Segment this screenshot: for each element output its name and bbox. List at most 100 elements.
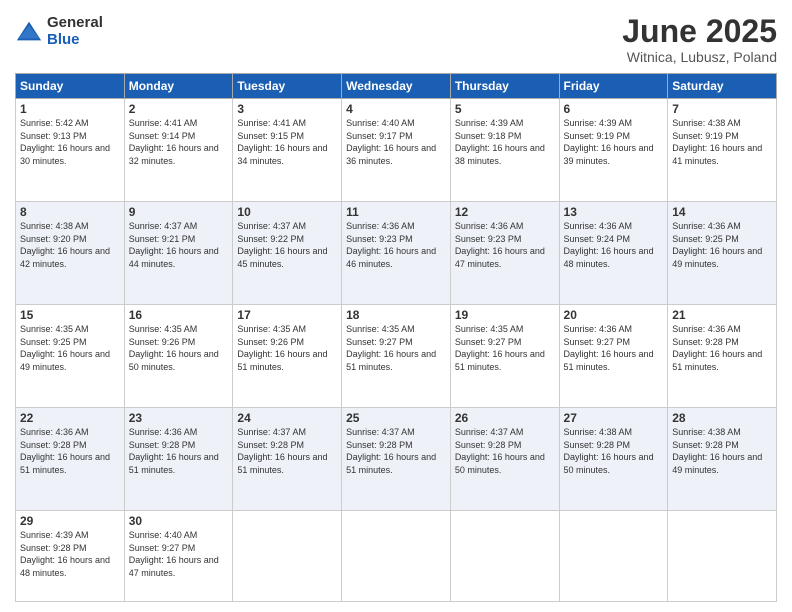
day-info: Sunrise: 4:35 AMSunset: 9:26 PMDaylight:… xyxy=(237,323,337,373)
day-number: 1 xyxy=(20,102,120,116)
day-cell: 12Sunrise: 4:36 AMSunset: 9:23 PMDayligh… xyxy=(450,202,559,305)
day-number: 26 xyxy=(455,411,555,425)
header-sunday: Sunday xyxy=(16,74,125,99)
day-number: 9 xyxy=(129,205,229,219)
day-info: Sunrise: 4:36 AMSunset: 9:28 PMDaylight:… xyxy=(129,426,229,476)
month-title: June 2025 xyxy=(622,15,777,47)
day-number: 24 xyxy=(237,411,337,425)
day-info: Sunrise: 4:37 AMSunset: 9:28 PMDaylight:… xyxy=(237,426,337,476)
day-info: Sunrise: 4:35 AMSunset: 9:25 PMDaylight:… xyxy=(20,323,120,373)
day-number: 30 xyxy=(129,514,229,528)
day-info: Sunrise: 4:41 AMSunset: 9:14 PMDaylight:… xyxy=(129,117,229,167)
week-row-4: 22 Sunrise: 4:36 AMSunset: 9:28 PMDayligh… xyxy=(16,408,777,511)
day-number: 21 xyxy=(672,308,772,322)
day-info: Sunrise: 4:39 AMSunset: 9:28 PMDaylight:… xyxy=(20,529,120,579)
day-cell: 10Sunrise: 4:37 AMSunset: 9:22 PMDayligh… xyxy=(233,202,342,305)
day-cell: 18Sunrise: 4:35 AMSunset: 9:27 PMDayligh… xyxy=(342,305,451,408)
day-cell: 9Sunrise: 4:37 AMSunset: 9:21 PMDaylight… xyxy=(124,202,233,305)
day-info: Sunrise: 5:42 AMSunset: 9:13 PMDaylight:… xyxy=(20,117,120,167)
logo-blue-text: Blue xyxy=(47,32,103,49)
day-number: 8 xyxy=(20,205,120,219)
day-info: Sunrise: 4:38 AMSunset: 9:19 PMDaylight:… xyxy=(672,117,772,167)
day-number: 10 xyxy=(237,205,337,219)
day-cell: 8Sunrise: 4:38 AMSunset: 9:20 PMDaylight… xyxy=(16,202,125,305)
day-cell xyxy=(668,511,777,602)
day-number: 13 xyxy=(564,205,664,219)
header-thursday: Thursday xyxy=(450,74,559,99)
day-cell: 20Sunrise: 4:36 AMSunset: 9:27 PMDayligh… xyxy=(559,305,668,408)
day-number: 29 xyxy=(20,514,120,528)
day-cell: 26Sunrise: 4:37 AMSunset: 9:28 PMDayligh… xyxy=(450,408,559,511)
day-number: 7 xyxy=(672,102,772,116)
header: General Blue June 2025 Witnica, Lubusz, … xyxy=(15,15,777,65)
week-row-5: 29Sunrise: 4:39 AMSunset: 9:28 PMDayligh… xyxy=(16,511,777,602)
day-cell xyxy=(233,511,342,602)
day-info: Sunrise: 4:38 AMSunset: 9:20 PMDaylight:… xyxy=(20,220,120,270)
weekday-header-row: Sunday Monday Tuesday Wednesday Thursday… xyxy=(16,74,777,99)
day-number: 6 xyxy=(564,102,664,116)
week-row-1: 1Sunrise: 5:42 AMSunset: 9:13 PMDaylight… xyxy=(16,99,777,202)
header-friday: Friday xyxy=(559,74,668,99)
day-info: Sunrise: 4:36 AMSunset: 9:23 PMDaylight:… xyxy=(346,220,446,270)
day-info: Sunrise: 4:40 AMSunset: 9:17 PMDaylight:… xyxy=(346,117,446,167)
day-info: Sunrise: 4:36 AMSunset: 9:24 PMDaylight:… xyxy=(564,220,664,270)
day-info: Sunrise: 4:36 AMSunset: 9:25 PMDaylight:… xyxy=(672,220,772,270)
day-cell: 17Sunrise: 4:35 AMSunset: 9:26 PMDayligh… xyxy=(233,305,342,408)
day-cell: 13Sunrise: 4:36 AMSunset: 9:24 PMDayligh… xyxy=(559,202,668,305)
day-number: 20 xyxy=(564,308,664,322)
day-cell: 16Sunrise: 4:35 AMSunset: 9:26 PMDayligh… xyxy=(124,305,233,408)
day-info: Sunrise: 4:36 AMSunset: 9:27 PMDaylight:… xyxy=(564,323,664,373)
day-number: 19 xyxy=(455,308,555,322)
day-number: 11 xyxy=(346,205,446,219)
day-number: 28 xyxy=(672,411,772,425)
day-cell: 25Sunrise: 4:37 AMSunset: 9:28 PMDayligh… xyxy=(342,408,451,511)
logo: General Blue xyxy=(15,15,103,48)
day-info: Sunrise: 4:37 AMSunset: 9:22 PMDaylight:… xyxy=(237,220,337,270)
day-cell: 19Sunrise: 4:35 AMSunset: 9:27 PMDayligh… xyxy=(450,305,559,408)
day-cell: 23Sunrise: 4:36 AMSunset: 9:28 PMDayligh… xyxy=(124,408,233,511)
header-monday: Monday xyxy=(124,74,233,99)
day-number: 25 xyxy=(346,411,446,425)
day-info: Sunrise: 4:40 AMSunset: 9:27 PMDaylight:… xyxy=(129,529,229,579)
week-row-3: 15Sunrise: 4:35 AMSunset: 9:25 PMDayligh… xyxy=(16,305,777,408)
day-number: 15 xyxy=(20,308,120,322)
day-number: 22 xyxy=(20,411,120,425)
header-tuesday: Tuesday xyxy=(233,74,342,99)
day-info: Sunrise: 4:35 AMSunset: 9:27 PMDaylight:… xyxy=(455,323,555,373)
day-cell: 7Sunrise: 4:38 AMSunset: 9:19 PMDaylight… xyxy=(668,99,777,202)
day-cell: 27Sunrise: 4:38 AMSunset: 9:28 PMDayligh… xyxy=(559,408,668,511)
day-cell: 11Sunrise: 4:36 AMSunset: 9:23 PMDayligh… xyxy=(342,202,451,305)
day-number: 4 xyxy=(346,102,446,116)
day-info: Sunrise: 4:37 AMSunset: 9:28 PMDaylight:… xyxy=(455,426,555,476)
day-number: 12 xyxy=(455,205,555,219)
day-cell: 1Sunrise: 5:42 AMSunset: 9:13 PMDaylight… xyxy=(16,99,125,202)
day-cell: 4Sunrise: 4:40 AMSunset: 9:17 PMDaylight… xyxy=(342,99,451,202)
day-number: 3 xyxy=(237,102,337,116)
page: General Blue June 2025 Witnica, Lubusz, … xyxy=(0,0,792,612)
day-info: Sunrise: 4:39 AMSunset: 9:18 PMDaylight:… xyxy=(455,117,555,167)
logo-general-text: General xyxy=(47,15,103,32)
day-cell: 28Sunrise: 4:38 AMSunset: 9:28 PMDayligh… xyxy=(668,408,777,511)
day-number: 16 xyxy=(129,308,229,322)
day-cell: 2Sunrise: 4:41 AMSunset: 9:14 PMDaylight… xyxy=(124,99,233,202)
day-number: 2 xyxy=(129,102,229,116)
day-number: 14 xyxy=(672,205,772,219)
day-cell xyxy=(342,511,451,602)
location: Witnica, Lubusz, Poland xyxy=(622,49,777,65)
day-info: Sunrise: 4:35 AMSunset: 9:27 PMDaylight:… xyxy=(346,323,446,373)
day-cell: 24Sunrise: 4:37 AMSunset: 9:28 PMDayligh… xyxy=(233,408,342,511)
day-cell: 21Sunrise: 4:36 AMSunset: 9:28 PMDayligh… xyxy=(668,305,777,408)
day-cell: 5Sunrise: 4:39 AMSunset: 9:18 PMDaylight… xyxy=(450,99,559,202)
day-cell: 6Sunrise: 4:39 AMSunset: 9:19 PMDaylight… xyxy=(559,99,668,202)
logo-icon xyxy=(15,18,43,46)
day-cell: 30Sunrise: 4:40 AMSunset: 9:27 PMDayligh… xyxy=(124,511,233,602)
day-cell xyxy=(559,511,668,602)
day-number: 17 xyxy=(237,308,337,322)
day-info: Sunrise: 4:38 AMSunset: 9:28 PMDaylight:… xyxy=(672,426,772,476)
day-info: Sunrise: 4:37 AMSunset: 9:21 PMDaylight:… xyxy=(129,220,229,270)
day-cell: 3Sunrise: 4:41 AMSunset: 9:15 PMDaylight… xyxy=(233,99,342,202)
day-info: Sunrise: 4:38 AMSunset: 9:28 PMDaylight:… xyxy=(564,426,664,476)
day-number: 23 xyxy=(129,411,229,425)
day-info: Sunrise: 4:39 AMSunset: 9:19 PMDaylight:… xyxy=(564,117,664,167)
calendar-table: Sunday Monday Tuesday Wednesday Thursday… xyxy=(15,73,777,602)
